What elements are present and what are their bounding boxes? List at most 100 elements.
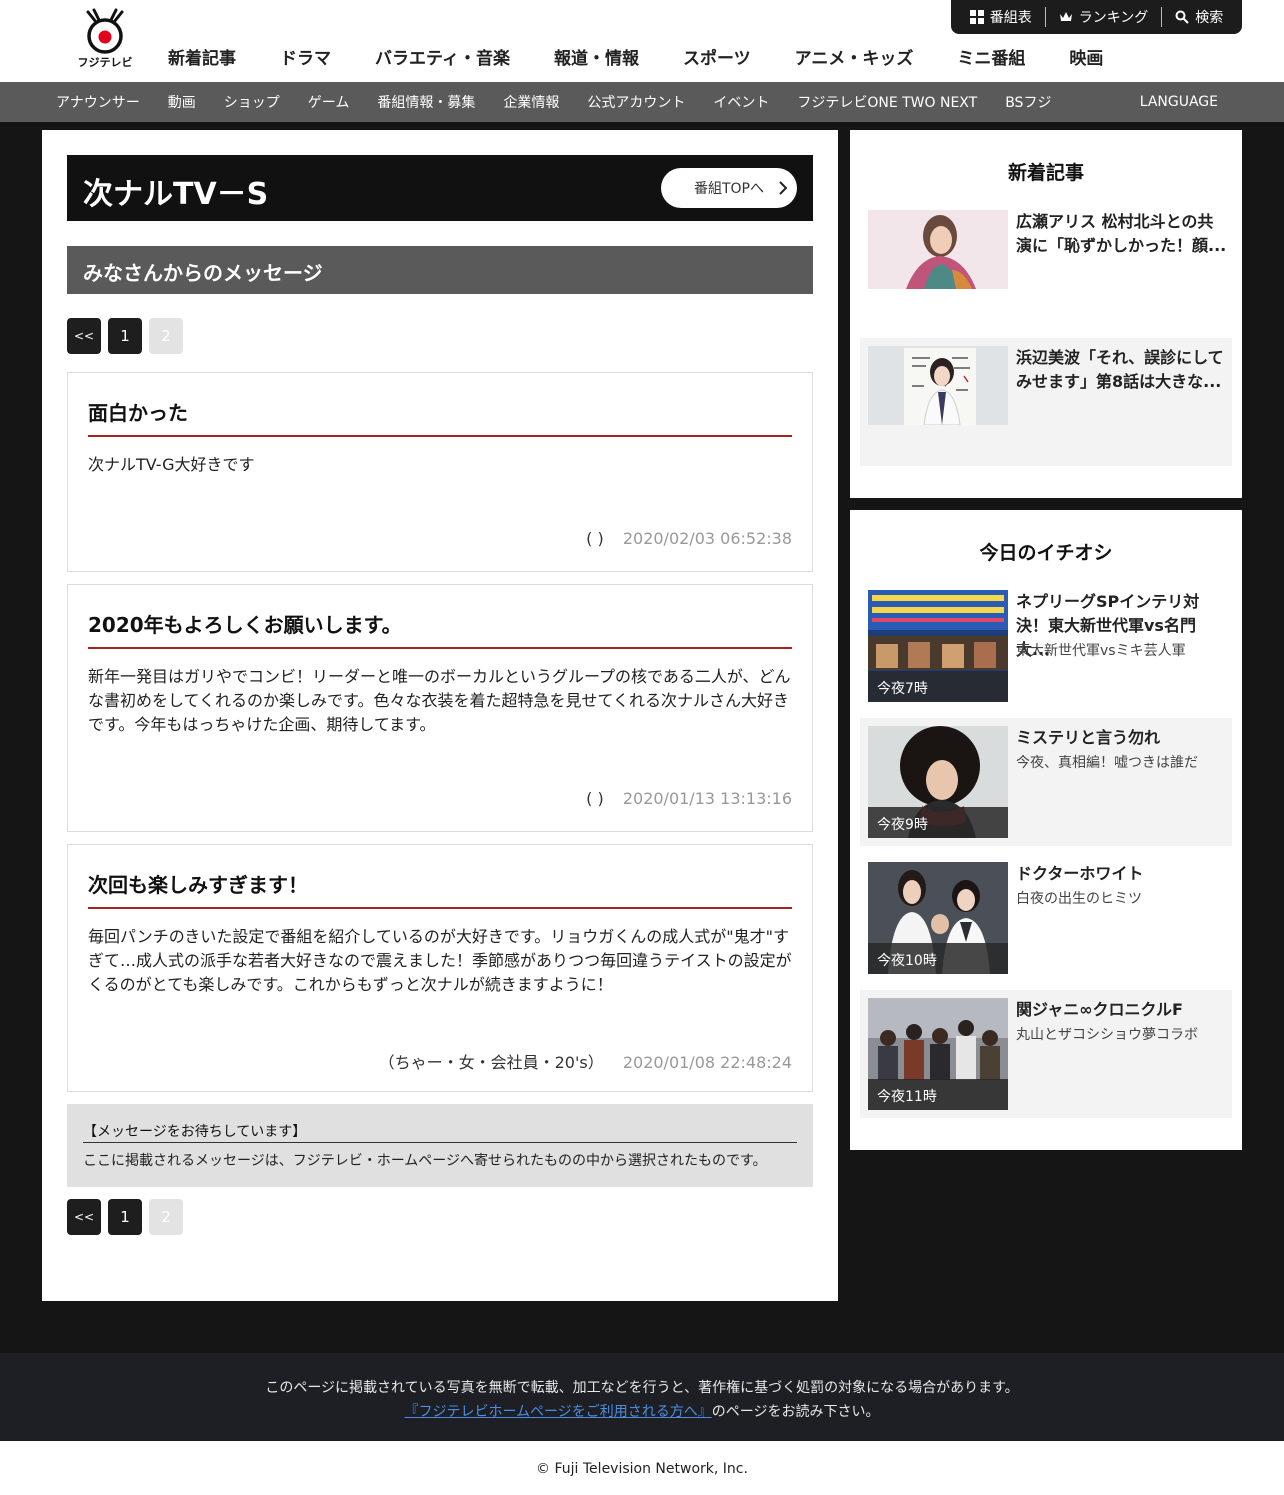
subnav-program-info[interactable]: 番組情報・募集	[377, 92, 475, 112]
footer-notice: このページに掲載されている写真を無断で転載、加工などを行うと、著作権に基づく処罰…	[0, 1353, 1284, 1441]
message-body: 毎回パンチのきいた設定で番組を紹介しているのが大好きです。リョウガくんの成人式が…	[88, 927, 792, 994]
message-date: 2020/01/08 22:48:24	[622, 1053, 792, 1072]
ranking-label: ランキング	[1078, 10, 1149, 26]
search-link[interactable]: 検索	[1161, 7, 1236, 27]
notice-divider	[83, 1142, 797, 1143]
pick-time: 今夜11時	[868, 1079, 1008, 1110]
news-heading: 新着記事	[1007, 162, 1084, 184]
site-header: フジテレビ 新着記事 ドラマ バラエティ・音楽 報道・情報 スポーツ アニメ・キ…	[0, 0, 1284, 82]
language-link[interactable]: LANGUAGE	[1140, 82, 1218, 122]
sidebar-picks: 今日のイチオシ 今夜7時 ネプリーグSPインテリ対決！東大新世代軍vs名門大..…	[850, 510, 1242, 1150]
message-author: ( )	[586, 529, 604, 548]
terms-link[interactable]: 『フジテレビホームページをご利用される方へ』	[404, 1404, 711, 1420]
pick-subtitle: 東大新世代軍vsミキ芸人軍	[1016, 643, 1186, 659]
pick-title: ミステリと言う勿れ	[1016, 728, 1161, 747]
pick-thumbnail: 今夜11時	[868, 998, 1008, 1110]
news-thumbnail	[868, 210, 1008, 289]
nav-mini[interactable]: ミニ番組	[957, 44, 1025, 69]
page-1-button[interactable]: 1	[108, 318, 142, 354]
nav-anime[interactable]: アニメ・キッズ	[795, 44, 914, 69]
nav-news-info[interactable]: 報道・情報	[554, 44, 639, 69]
message-title: 面白かった	[88, 401, 188, 425]
program-top-button[interactable]: 番組TOPへ	[661, 168, 797, 208]
subnav-game[interactable]: ゲーム	[308, 92, 350, 112]
notice-text: ここに掲載されるメッセージは、フジテレビ・ホームページへ寄せられたものの中から選…	[83, 1153, 767, 1169]
message-title: 2020年もよろしくお願いします。	[88, 613, 402, 637]
message-author: ( )	[586, 789, 604, 808]
crown-icon	[1059, 12, 1072, 21]
news-item[interactable]: 広瀬アリス 松村北斗との共演に「恥ずかしかった！顔...	[860, 202, 1232, 330]
news-title: 浜辺美波「それ、誤診にしてみせます」第8話は大きな...	[1016, 348, 1224, 391]
subnav-bs-fuji[interactable]: BSフジ	[1005, 92, 1051, 112]
notice-title: 【メッセージをお待ちしています】	[83, 1124, 307, 1140]
news-thumbnail	[868, 346, 1008, 425]
page-2-button[interactable]: 2	[149, 1199, 183, 1235]
subnav-official-account[interactable]: 公式アカウント	[587, 92, 685, 112]
program-top-label: 番組TOPへ	[693, 181, 764, 197]
program-header: 次ナルTV－S 番組TOPへ	[67, 155, 813, 221]
pick-time: 今夜9時	[868, 807, 1008, 838]
pick-title: ドクターホワイト	[1016, 864, 1144, 883]
main-content: 次ナルTV－S 番組TOPへ みなさんからのメッセージ << 1 2 面白かった…	[42, 130, 838, 1301]
pick-time: 今夜10時	[868, 943, 1008, 974]
pick-time: 今夜7時	[868, 671, 1008, 702]
main-nav: 新着記事 ドラマ バラエティ・音楽 報道・情報 スポーツ アニメ・キッズ ミニ番…	[168, 44, 1147, 69]
pick-item[interactable]: 今夜9時 ミステリと言う勿れ 今夜、真相編！嘘つきは誰だ	[860, 718, 1232, 846]
prev-page-button[interactable]: <<	[67, 1199, 101, 1235]
message-card: 2020年もよろしくお願いします。 新年一発目はガリやでコンビ！リーダーと唯一の…	[67, 584, 813, 832]
search-label: 検索	[1195, 10, 1224, 26]
message-divider	[88, 435, 792, 437]
page-1-button[interactable]: 1	[108, 1199, 142, 1235]
nav-drama[interactable]: ドラマ	[280, 44, 331, 69]
news-item[interactable]: 浜辺美波「それ、誤診にしてみせます」第8話は大きな...	[860, 338, 1232, 466]
message-card: 次回も楽しみすぎます！ 毎回パンチのきいた設定で番組を紹介しているのが大好きです…	[67, 844, 813, 1092]
grid-icon	[969, 10, 984, 24]
schedule-link[interactable]: 番組表	[957, 7, 1045, 27]
message-title: 次回も楽しみすぎます！	[88, 873, 308, 897]
notice-box: 【メッセージをお待ちしています】 ここに掲載されるメッセージは、フジテレビ・ホー…	[67, 1104, 813, 1187]
fujitv-eye-icon	[86, 8, 124, 54]
fujitv-logo[interactable]: フジテレビ	[74, 8, 136, 69]
pagination-top: << 1 2	[67, 318, 190, 354]
nav-news[interactable]: 新着記事	[168, 44, 236, 69]
nav-movie[interactable]: 映画	[1069, 44, 1103, 69]
sidebar-news: 新着記事 広瀬アリス 松村北斗との共演に「恥ずかしかった！顔... 浜辺美波「そ…	[850, 130, 1242, 498]
pick-item[interactable]: 今夜10時 ドクターホワイト 白夜の出生のヒミツ	[860, 854, 1232, 982]
message-body: 次ナルTV-G大好きです	[88, 455, 255, 474]
footer-guide-line: 『フジテレビホームページをご利用される方へ』のページをお読み下さい。	[0, 1401, 1284, 1421]
message-date: 2020/01/13 13:13:16	[622, 789, 792, 808]
pick-thumbnail: 今夜10時	[868, 862, 1008, 974]
utility-bar: 番組表 ランキング 検索	[951, 0, 1242, 34]
subnav-corporate[interactable]: 企業情報	[503, 92, 559, 112]
chevron-right-icon	[779, 181, 787, 195]
sub-nav: アナウンサー 動画 ショップ ゲーム 番組情報・募集 企業情報 公式アカウント …	[0, 82, 1284, 122]
ranking-link[interactable]: ランキング	[1044, 7, 1162, 27]
logo-text: フジテレビ	[77, 56, 133, 69]
section-title: みなさんからのメッセージ	[83, 261, 323, 285]
message-date: 2020/02/03 06:52:38	[622, 529, 792, 548]
subnav-one-two-next[interactable]: フジテレビONE TWO NEXT	[797, 92, 977, 112]
footer-copyright-warning: このページに掲載されている写真を無断で転載、加工などを行うと、著作権に基づく処罰…	[265, 1380, 1019, 1396]
message-divider	[88, 647, 792, 649]
message-meta: ( ) 2020/01/13 13:13:16	[586, 789, 792, 808]
pick-item[interactable]: 今夜7時 ネプリーグSPインテリ対決！東大新世代軍vs名門大... 東大新世代軍…	[860, 582, 1232, 710]
section-heading: みなさんからのメッセージ	[67, 246, 813, 294]
footer-guide-suffix: のページをお読み下さい。	[711, 1404, 880, 1420]
schedule-label: 番組表	[989, 10, 1032, 26]
subnav-announcer[interactable]: アナウンサー	[56, 92, 140, 112]
pick-subtitle: 丸山とザコシショウ夢コラボ	[1016, 1027, 1198, 1043]
prev-page-button[interactable]: <<	[67, 318, 101, 354]
page-2-button[interactable]: 2	[149, 318, 183, 354]
message-card: 面白かった 次ナルTV-G大好きです ( ) 2020/02/03 06:52:…	[67, 372, 813, 572]
pick-item[interactable]: 今夜11時 関ジャニ∞クロニクルF 丸山とザコシショウ夢コラボ	[860, 990, 1232, 1118]
pagination-bottom: << 1 2	[67, 1199, 190, 1235]
copyright: © Fuji Television Network, Inc.	[0, 1441, 1284, 1495]
message-body: 新年一発目はガリやでコンビ！リーダーと唯一のボーカルというグループの核である二人…	[88, 667, 791, 734]
subnav-shop[interactable]: ショップ	[224, 92, 280, 112]
nav-sports[interactable]: スポーツ	[683, 44, 751, 69]
pick-subtitle: 今夜、真相編！嘘つきは誰だ	[1016, 755, 1198, 771]
nav-variety[interactable]: バラエティ・音楽	[375, 44, 510, 69]
pick-thumbnail: 今夜9時	[868, 726, 1008, 838]
subnav-video[interactable]: 動画	[168, 92, 196, 112]
subnav-event[interactable]: イベント	[713, 92, 769, 112]
